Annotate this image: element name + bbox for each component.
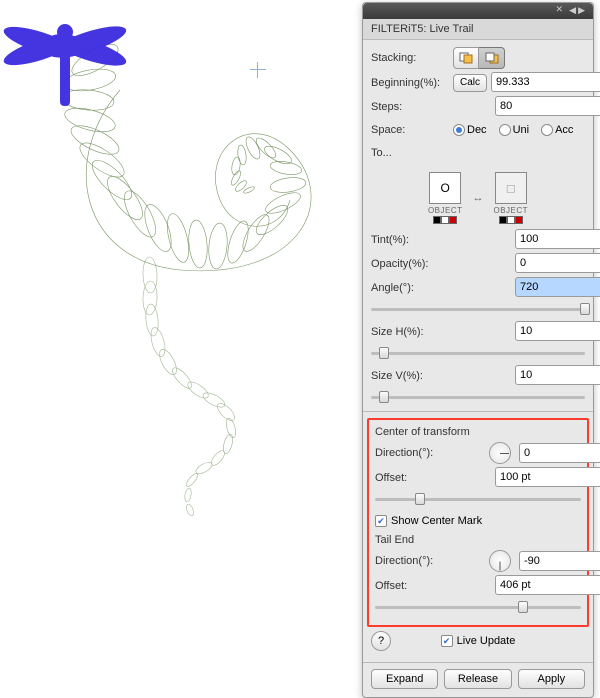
stacking-back-button[interactable] bbox=[479, 47, 505, 69]
opacity-input[interactable]: ▲▼ bbox=[515, 253, 585, 274]
show-center-checkbox[interactable]: ✔Show Center Mark bbox=[375, 515, 482, 527]
sizeh-input[interactable]: ▲▼ bbox=[515, 321, 585, 342]
expand-button[interactable]: Expand bbox=[371, 669, 438, 689]
space-acc-radio[interactable]: Acc bbox=[541, 124, 573, 136]
tail-direction-input[interactable]: ▲▼ bbox=[519, 551, 581, 572]
help-button[interactable]: ? bbox=[371, 631, 391, 651]
calc-button[interactable]: Calc bbox=[453, 74, 487, 92]
sizev-label: Size V(%): bbox=[371, 370, 449, 382]
space-label: Space: bbox=[371, 124, 449, 136]
object-from-swatch[interactable]: O OBJECT bbox=[428, 172, 463, 224]
illustrator-canvas[interactable] bbox=[0, 0, 360, 601]
panel-title: FILTERiT5: Live Trail bbox=[363, 19, 593, 40]
tint-input[interactable]: ▲▼ bbox=[515, 229, 585, 250]
center-direction-input[interactable]: ▲▼ bbox=[519, 443, 581, 464]
panel-collapse-icon[interactable]: ◀▶ bbox=[569, 5, 587, 16]
swap-icon[interactable]: ↔ bbox=[473, 192, 484, 204]
live-update-checkbox[interactable]: ✔Live Update bbox=[441, 635, 516, 647]
sizeh-slider[interactable] bbox=[371, 345, 585, 361]
space-uni-radio[interactable]: Uni bbox=[499, 124, 530, 136]
highlighted-group: Center of transform Direction(°): ▲▼ Off… bbox=[367, 418, 589, 627]
angle-slider[interactable] bbox=[371, 301, 585, 317]
sizev-input[interactable]: ▲▼ bbox=[515, 365, 585, 386]
tail-group-title: Tail End bbox=[375, 534, 581, 546]
angle-input[interactable]: ▲▼ bbox=[515, 277, 585, 298]
beginning-input[interactable]: ▲▼ bbox=[491, 72, 573, 93]
release-button[interactable]: Release bbox=[444, 669, 511, 689]
steps-label: Steps: bbox=[371, 101, 449, 113]
opacity-label: Opacity(%): bbox=[371, 258, 449, 270]
center-offset-input[interactable]: ▲▼ bbox=[495, 467, 581, 488]
center-offset-slider[interactable] bbox=[375, 491, 581, 507]
beginning-label: Beginning(%): bbox=[371, 77, 449, 89]
stacking-label: Stacking: bbox=[371, 52, 449, 64]
tail-offset-label: Offset: bbox=[375, 580, 453, 592]
stacking-segmented bbox=[453, 47, 505, 69]
filterit-panel: ✕ ◀▶ FILTERiT5: Live Trail Stacking: Beg… bbox=[362, 2, 594, 698]
center-offset-label: Offset: bbox=[375, 472, 453, 484]
center-mark-icon bbox=[250, 62, 266, 78]
angle-label: Angle(°): bbox=[371, 282, 449, 294]
close-icon[interactable]: ✕ bbox=[555, 4, 563, 15]
stacking-front-button[interactable] bbox=[453, 47, 479, 69]
space-dec-radio[interactable]: Dec bbox=[453, 124, 487, 136]
panel-titlebar[interactable]: ✕ ◀▶ bbox=[363, 3, 593, 19]
tail-direction-dial[interactable] bbox=[489, 550, 511, 572]
apply-button[interactable]: Apply bbox=[518, 669, 585, 689]
tint-label: Tint(%): bbox=[371, 234, 449, 246]
sizev-slider[interactable] bbox=[371, 389, 585, 405]
steps-input[interactable]: ▲▼ bbox=[495, 96, 577, 117]
center-group-title: Center of transform bbox=[375, 426, 581, 438]
to-label: To... bbox=[371, 147, 449, 159]
center-direction-dial[interactable] bbox=[489, 442, 511, 464]
tail-offset-slider[interactable] bbox=[375, 599, 581, 615]
center-direction-label: Direction(°): bbox=[375, 447, 453, 459]
sizeh-label: Size H(%): bbox=[371, 326, 449, 338]
tail-offset-input[interactable]: ▲▼ bbox=[495, 575, 581, 596]
object-to-swatch[interactable]: ◻ OBJECT bbox=[494, 172, 529, 224]
tail-direction-label: Direction(°): bbox=[375, 555, 453, 567]
